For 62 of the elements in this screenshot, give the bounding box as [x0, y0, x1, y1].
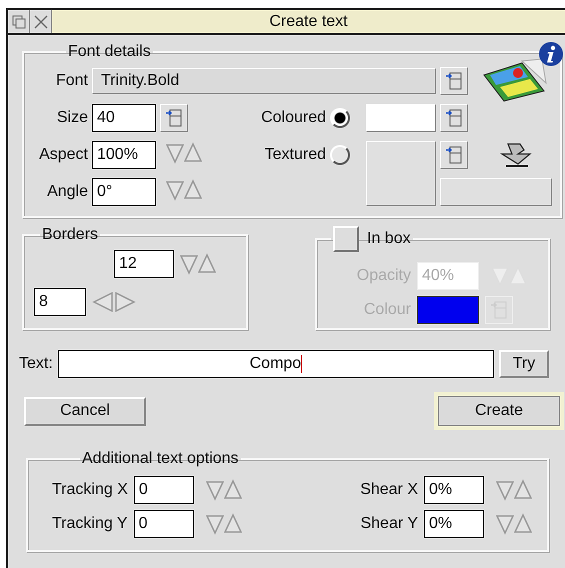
checkbox[interactable] — [333, 226, 359, 252]
down-arrow-icon[interactable] — [206, 513, 224, 535]
back-icon — [12, 14, 26, 28]
field-label: Shear X — [360, 481, 418, 499]
field-label: Size — [56, 109, 88, 127]
down-arrow-icon[interactable] — [496, 479, 514, 501]
field-label: Shear Y — [360, 515, 418, 533]
text-field[interactable]: Compo — [58, 350, 494, 378]
popup-menu-icon — [445, 108, 463, 128]
up-arrow-icon[interactable] — [184, 178, 202, 200]
right-arrow-icon[interactable] — [114, 292, 136, 312]
down-arrow-icon[interactable] — [166, 178, 184, 200]
field-label: Aspect — [38, 146, 88, 164]
popup-menu-icon — [165, 108, 183, 128]
texture-well[interactable] — [366, 141, 436, 206]
horizontal-border-field[interactable]: 8 — [34, 288, 86, 316]
try-button[interactable]: Try — [499, 350, 549, 378]
vertical-border-field[interactable]: 12 — [114, 250, 174, 278]
field-label: Font — [54, 72, 88, 90]
down-arrow-icon[interactable] — [180, 253, 198, 275]
radio-button[interactable] — [330, 108, 350, 128]
checkbox-label: In box — [367, 230, 411, 248]
font-name-field[interactable]: Trinity.Bold — [92, 68, 436, 94]
up-arrow-icon[interactable] — [514, 479, 532, 501]
up-arrow-icon[interactable] — [198, 253, 216, 275]
action-button[interactable]: Cancel — [24, 396, 146, 426]
radio-button[interactable] — [330, 145, 350, 165]
popup-menu-icon — [445, 145, 463, 165]
up-arrow-icon[interactable] — [224, 513, 242, 535]
option-field[interactable]: 0 — [134, 510, 194, 538]
blank-button[interactable] — [440, 178, 552, 206]
field-label: Text: — [19, 355, 53, 373]
option-label: Coloured — [260, 109, 326, 127]
down-arrow-icon[interactable] — [496, 513, 514, 535]
up-arrow-icon[interactable] — [514, 513, 532, 535]
popup-menu-icon — [445, 71, 463, 91]
aspect-field[interactable]: 100% — [92, 141, 156, 169]
down-arrow-icon[interactable] — [166, 142, 184, 164]
option-field[interactable]: 0% — [424, 476, 484, 504]
field-label: Tracking Y — [52, 515, 128, 533]
option-field[interactable]: 0 — [134, 476, 194, 504]
field-label: Tracking X — [52, 481, 128, 499]
section-title: Font details — [67, 43, 152, 61]
angle-field[interactable]: 0° — [92, 178, 156, 206]
back-button[interactable] — [8, 10, 30, 33]
action-button[interactable]: Create — [434, 392, 564, 430]
option-label: Textured — [264, 146, 326, 164]
section-title: Borders — [41, 226, 100, 244]
picture-sheet-icon — [482, 57, 548, 103]
section-title: Additional text options — [81, 450, 240, 468]
info-icon[interactable] — [538, 41, 564, 67]
close-icon — [34, 14, 48, 28]
down-arrow-icon[interactable] — [206, 479, 224, 501]
colour-swatch[interactable] — [417, 296, 479, 324]
left-arrow-icon[interactable] — [92, 292, 114, 312]
option-field[interactable]: 0% — [424, 510, 484, 538]
close-button[interactable] — [30, 10, 52, 33]
window-title: Create text — [268, 12, 349, 32]
field-label: Angle — [46, 183, 88, 201]
up-arrow-icon[interactable] — [184, 142, 202, 164]
size-field[interactable]: 40 — [92, 104, 156, 132]
up-arrow-icon[interactable] — [224, 479, 242, 501]
